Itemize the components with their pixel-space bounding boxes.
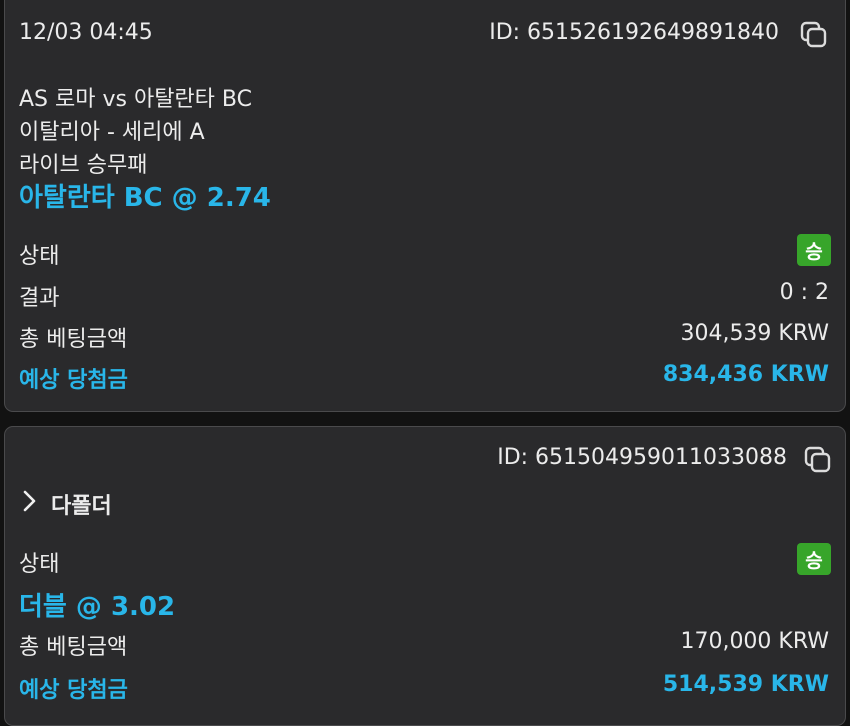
copy-icon[interactable] — [799, 20, 829, 50]
status-badge: 승 — [797, 234, 831, 266]
status-label: 상태 — [19, 244, 60, 269]
bet-card-multi: ID: 651504959011033088 다폴더 상태 승 더블 @ 3.0… — [4, 426, 846, 726]
stake-value: 170,000 KRW — [680, 629, 829, 654]
result-label: 결과 — [19, 286, 60, 311]
copy-icon[interactable] — [803, 445, 833, 475]
stake-value: 304,539 KRW — [680, 321, 829, 346]
payout-value: 514,539 KRW — [662, 672, 829, 697]
bet-id: ID: 651504959011033088 — [497, 445, 787, 470]
multi-folder-toggle[interactable]: 다폴더 — [51, 488, 112, 520]
chevron-right-icon[interactable] — [21, 490, 39, 512]
status-badge: 승 — [797, 543, 831, 575]
result-value: 0 : 2 — [779, 280, 829, 305]
match-name: AS 로마 vs 아탈란타 BC — [19, 87, 252, 112]
payout-label: 예상 당첨금 — [19, 368, 128, 393]
market-name: 라이브 승무패 — [19, 153, 148, 178]
bet-card-single: 12/03 04:45 ID: 651526192649891840 AS 로마… — [4, 0, 846, 412]
bet-datetime: 12/03 04:45 — [19, 20, 153, 45]
selected-pick: 더블 @ 3.02 — [19, 592, 176, 622]
payout-label: 예상 당첨금 — [19, 678, 128, 703]
selected-pick: 아탈란타 BC @ 2.74 — [19, 183, 271, 213]
bet-id: ID: 651526192649891840 — [489, 20, 779, 45]
stake-label: 총 베팅금액 — [19, 327, 128, 352]
stake-label: 총 베팅금액 — [19, 635, 128, 660]
league-name: 이탈리아 - 세리에 A — [19, 120, 205, 145]
payout-value: 834,436 KRW — [662, 362, 829, 387]
status-label: 상태 — [19, 552, 60, 577]
